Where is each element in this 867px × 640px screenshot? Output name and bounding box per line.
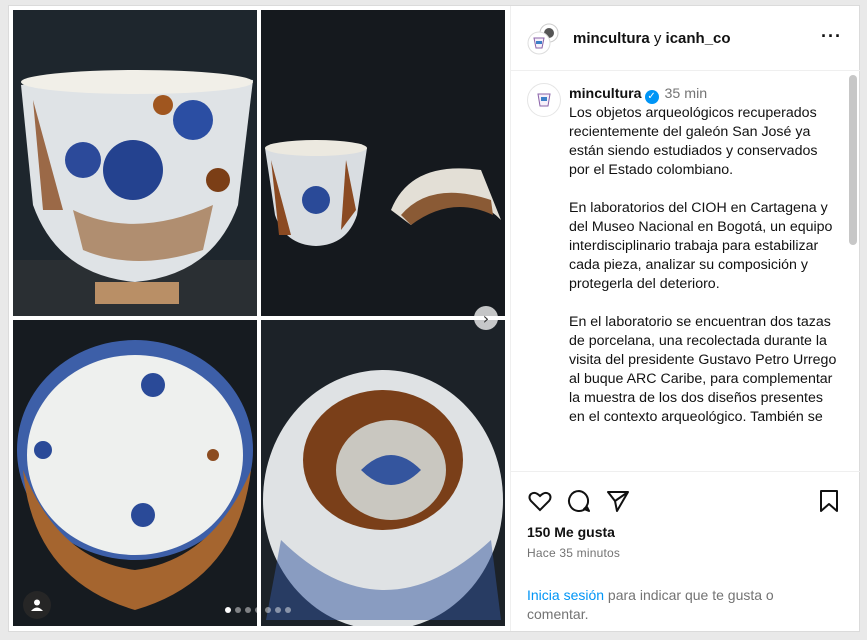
share-icon[interactable]	[605, 488, 631, 514]
heart-icon[interactable]	[527, 488, 553, 514]
authors-connector: y	[653, 30, 662, 47]
likes-count[interactable]: 150 Me gusta	[527, 524, 615, 540]
avatar[interactable]	[527, 83, 561, 117]
bookmark-icon[interactable]	[816, 488, 842, 514]
post-window: › mincultura y icanh_co ··· mincultura ✓…	[8, 5, 860, 632]
carousel-dot	[285, 607, 291, 613]
login-link[interactable]: Inicia sesión	[527, 587, 604, 603]
caption-section: mincultura ✓ 35 min Los objetos arqueológi…	[511, 71, 860, 471]
caption-paragraph: En laboratorios del CIOH en Cartagena y …	[569, 200, 833, 292]
caption-time: 35 min	[664, 86, 708, 102]
carousel-dot	[265, 607, 271, 613]
carousel-indicator	[225, 607, 291, 613]
author-link-2[interactable]: icanh_co	[666, 30, 731, 47]
carousel-next-button[interactable]: ›	[474, 306, 498, 330]
post-authors: mincultura y icanh_co	[573, 30, 731, 47]
caption-text: mincultura ✓ 35 min Los objetos arqueológi…	[569, 85, 837, 446]
caption-paragraph: En el laboratorio se encuentran dos taza…	[569, 314, 837, 425]
image-cup-and-fragment	[261, 10, 505, 316]
carousel-dot	[275, 607, 281, 613]
caption-paragraph: Los objetos arqueológicos recuperados re…	[569, 105, 818, 178]
action-bar: 150 Me gusta Hace 35 minutos Inicia sesi…	[511, 471, 860, 632]
carousel-dot	[235, 607, 241, 613]
carousel-dot	[245, 607, 251, 613]
caption-scrollbar[interactable]	[849, 75, 857, 245]
comment-icon[interactable]	[566, 488, 592, 514]
carousel-dot	[255, 607, 261, 613]
post-header: mincultura y icanh_co ···	[511, 6, 860, 71]
post-timestamp[interactable]: Hace 35 minutos	[527, 546, 620, 560]
post-media-carousel[interactable]: ›	[9, 6, 509, 631]
avatar	[527, 23, 559, 55]
verified-badge-icon: ✓	[644, 90, 659, 104]
login-prompt: Inicia sesión para indicar que te gusta …	[527, 586, 827, 624]
image-cup-base	[261, 320, 505, 626]
author-link-1[interactable]: mincultura	[573, 30, 650, 47]
user-icon	[31, 599, 43, 611]
collab-avatars[interactable]	[527, 23, 559, 55]
carousel-dot	[225, 607, 231, 613]
more-horizontal-icon[interactable]: ···	[821, 26, 842, 47]
chevron-right-icon: ›	[482, 308, 490, 328]
image-cup-side-view	[13, 10, 257, 316]
user-tag-button[interactable]	[23, 591, 51, 619]
mincultura-logo-icon	[537, 93, 551, 107]
caption-username[interactable]: mincultura	[569, 86, 642, 102]
post-side-panel: mincultura y icanh_co ··· mincultura ✓ 35 …	[510, 6, 860, 631]
image-cup-interior	[13, 320, 257, 626]
